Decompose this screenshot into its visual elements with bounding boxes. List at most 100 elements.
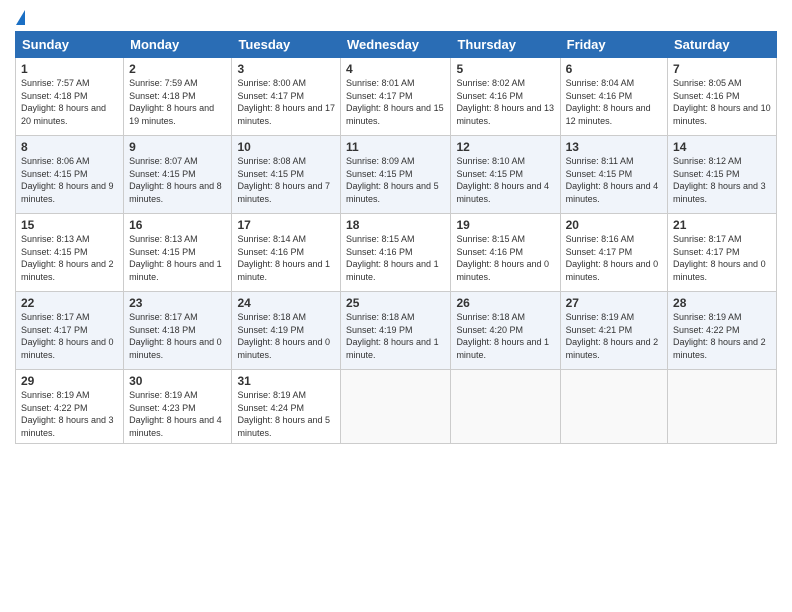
day-number: 20 [566,218,662,232]
day-info: Sunrise: 8:19 AM Sunset: 4:21 PM Dayligh… [566,311,662,361]
day-info: Sunrise: 8:15 AM Sunset: 4:16 PM Dayligh… [456,233,554,283]
day-number: 30 [129,374,226,388]
day-info: Sunrise: 8:11 AM Sunset: 4:15 PM Dayligh… [566,155,662,205]
day-info: Sunrise: 8:18 AM Sunset: 4:19 PM Dayligh… [237,311,335,361]
day-number: 4 [346,62,445,76]
day-number: 25 [346,296,445,310]
day-info: Sunrise: 8:19 AM Sunset: 4:23 PM Dayligh… [129,389,226,439]
day-number: 13 [566,140,662,154]
calendar-cell: 25 Sunrise: 8:18 AM Sunset: 4:19 PM Dayl… [341,292,451,370]
day-number: 19 [456,218,554,232]
day-info: Sunrise: 8:02 AM Sunset: 4:16 PM Dayligh… [456,77,554,127]
calendar-cell: 5 Sunrise: 8:02 AM Sunset: 4:16 PM Dayli… [451,58,560,136]
calendar-cell: 18 Sunrise: 8:15 AM Sunset: 4:16 PM Dayl… [341,214,451,292]
day-number: 6 [566,62,662,76]
calendar-cell: 14 Sunrise: 8:12 AM Sunset: 4:15 PM Dayl… [668,136,777,214]
header-wednesday: Wednesday [341,32,451,58]
day-info: Sunrise: 8:06 AM Sunset: 4:15 PM Dayligh… [21,155,118,205]
day-info: Sunrise: 7:59 AM Sunset: 4:18 PM Dayligh… [129,77,226,127]
day-number: 5 [456,62,554,76]
calendar-cell [341,370,451,444]
day-info: Sunrise: 8:18 AM Sunset: 4:19 PM Dayligh… [346,311,445,361]
day-info: Sunrise: 8:07 AM Sunset: 4:15 PM Dayligh… [129,155,226,205]
calendar-cell: 28 Sunrise: 8:19 AM Sunset: 4:22 PM Dayl… [668,292,777,370]
day-info: Sunrise: 7:57 AM Sunset: 4:18 PM Dayligh… [21,77,118,127]
calendar-cell: 13 Sunrise: 8:11 AM Sunset: 4:15 PM Dayl… [560,136,667,214]
header-tuesday: Tuesday [232,32,341,58]
page: SundayMondayTuesdayWednesdayThursdayFrid… [0,0,792,612]
day-info: Sunrise: 8:01 AM Sunset: 4:17 PM Dayligh… [346,77,445,127]
day-number: 8 [21,140,118,154]
header-sunday: Sunday [16,32,124,58]
day-number: 17 [237,218,335,232]
calendar-cell [560,370,667,444]
day-info: Sunrise: 8:12 AM Sunset: 4:15 PM Dayligh… [673,155,771,205]
day-info: Sunrise: 8:10 AM Sunset: 4:15 PM Dayligh… [456,155,554,205]
calendar-cell: 12 Sunrise: 8:10 AM Sunset: 4:15 PM Dayl… [451,136,560,214]
day-info: Sunrise: 8:13 AM Sunset: 4:15 PM Dayligh… [129,233,226,283]
day-number: 24 [237,296,335,310]
calendar-cell: 11 Sunrise: 8:09 AM Sunset: 4:15 PM Dayl… [341,136,451,214]
logo [15,10,25,23]
header-thursday: Thursday [451,32,560,58]
calendar-cell: 22 Sunrise: 8:17 AM Sunset: 4:17 PM Dayl… [16,292,124,370]
calendar-cell: 3 Sunrise: 8:00 AM Sunset: 4:17 PM Dayli… [232,58,341,136]
day-number: 3 [237,62,335,76]
day-info: Sunrise: 8:08 AM Sunset: 4:15 PM Dayligh… [237,155,335,205]
day-number: 26 [456,296,554,310]
calendar-cell: 31 Sunrise: 8:19 AM Sunset: 4:24 PM Dayl… [232,370,341,444]
day-number: 22 [21,296,118,310]
day-number: 12 [456,140,554,154]
day-info: Sunrise: 8:18 AM Sunset: 4:20 PM Dayligh… [456,311,554,361]
day-info: Sunrise: 8:05 AM Sunset: 4:16 PM Dayligh… [673,77,771,127]
day-info: Sunrise: 8:17 AM Sunset: 4:18 PM Dayligh… [129,311,226,361]
day-info: Sunrise: 8:19 AM Sunset: 4:22 PM Dayligh… [21,389,118,439]
logo-triangle-icon [16,10,25,25]
calendar-cell: 1 Sunrise: 7:57 AM Sunset: 4:18 PM Dayli… [16,58,124,136]
day-number: 14 [673,140,771,154]
day-info: Sunrise: 8:17 AM Sunset: 4:17 PM Dayligh… [673,233,771,283]
day-number: 31 [237,374,335,388]
day-number: 15 [21,218,118,232]
calendar-cell: 27 Sunrise: 8:19 AM Sunset: 4:21 PM Dayl… [560,292,667,370]
day-info: Sunrise: 8:15 AM Sunset: 4:16 PM Dayligh… [346,233,445,283]
day-info: Sunrise: 8:09 AM Sunset: 4:15 PM Dayligh… [346,155,445,205]
calendar-header-row: SundayMondayTuesdayWednesdayThursdayFrid… [16,32,777,58]
day-info: Sunrise: 8:19 AM Sunset: 4:24 PM Dayligh… [237,389,335,439]
calendar-cell: 23 Sunrise: 8:17 AM Sunset: 4:18 PM Dayl… [124,292,232,370]
calendar-cell: 6 Sunrise: 8:04 AM Sunset: 4:16 PM Dayli… [560,58,667,136]
day-info: Sunrise: 8:14 AM Sunset: 4:16 PM Dayligh… [237,233,335,283]
day-number: 7 [673,62,771,76]
calendar-cell: 4 Sunrise: 8:01 AM Sunset: 4:17 PM Dayli… [341,58,451,136]
day-number: 16 [129,218,226,232]
calendar-cell [451,370,560,444]
calendar-cell: 21 Sunrise: 8:17 AM Sunset: 4:17 PM Dayl… [668,214,777,292]
day-number: 1 [21,62,118,76]
header-saturday: Saturday [668,32,777,58]
calendar-cell [668,370,777,444]
day-number: 9 [129,140,226,154]
calendar-cell: 26 Sunrise: 8:18 AM Sunset: 4:20 PM Dayl… [451,292,560,370]
header-monday: Monday [124,32,232,58]
day-info: Sunrise: 8:13 AM Sunset: 4:15 PM Dayligh… [21,233,118,283]
day-number: 2 [129,62,226,76]
day-number: 29 [21,374,118,388]
day-info: Sunrise: 8:04 AM Sunset: 4:16 PM Dayligh… [566,77,662,127]
day-info: Sunrise: 8:19 AM Sunset: 4:22 PM Dayligh… [673,311,771,361]
calendar-cell: 24 Sunrise: 8:18 AM Sunset: 4:19 PM Dayl… [232,292,341,370]
calendar-cell: 10 Sunrise: 8:08 AM Sunset: 4:15 PM Dayl… [232,136,341,214]
day-info: Sunrise: 8:17 AM Sunset: 4:17 PM Dayligh… [21,311,118,361]
day-info: Sunrise: 8:00 AM Sunset: 4:17 PM Dayligh… [237,77,335,127]
day-number: 18 [346,218,445,232]
header-friday: Friday [560,32,667,58]
day-info: Sunrise: 8:16 AM Sunset: 4:17 PM Dayligh… [566,233,662,283]
calendar-cell: 29 Sunrise: 8:19 AM Sunset: 4:22 PM Dayl… [16,370,124,444]
calendar-cell: 17 Sunrise: 8:14 AM Sunset: 4:16 PM Dayl… [232,214,341,292]
calendar: SundayMondayTuesdayWednesdayThursdayFrid… [15,31,777,444]
calendar-cell: 16 Sunrise: 8:13 AM Sunset: 4:15 PM Dayl… [124,214,232,292]
header [15,10,777,23]
calendar-cell: 30 Sunrise: 8:19 AM Sunset: 4:23 PM Dayl… [124,370,232,444]
day-number: 27 [566,296,662,310]
calendar-cell: 15 Sunrise: 8:13 AM Sunset: 4:15 PM Dayl… [16,214,124,292]
day-number: 28 [673,296,771,310]
